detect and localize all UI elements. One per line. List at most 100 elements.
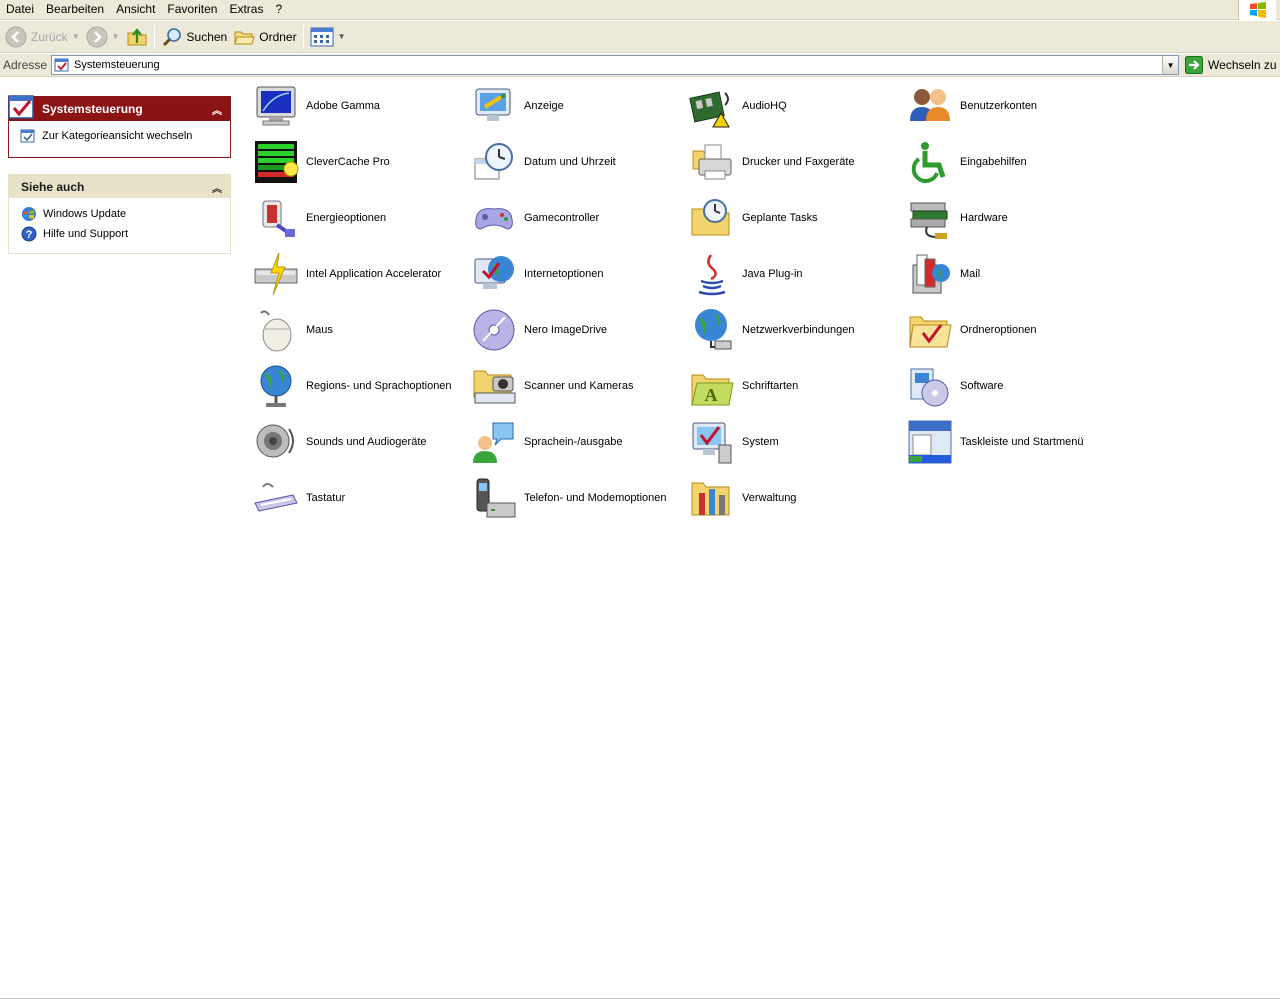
menu-extras[interactable]: Extras [223, 0, 269, 20]
item-label: System [742, 436, 779, 448]
item-label: Sprachein-/ausgabe [524, 436, 623, 448]
help-icon: ? [21, 226, 37, 241]
display-icon [468, 80, 520, 132]
item-geplante-tasks[interactable]: Geplante Tasks [686, 192, 901, 244]
item-eingabehilfen[interactable]: Eingabehilfen [904, 136, 1119, 188]
item-intel-accelerator[interactable]: Intel Application Accelerator [250, 248, 465, 300]
item-label: Scanner und Kameras [524, 380, 634, 392]
item-gamecontroller[interactable]: Gamecontroller [468, 192, 683, 244]
item-ordneroptionen[interactable]: Ordneroptionen [904, 304, 1119, 356]
date-time-icon [468, 136, 520, 188]
admin-tools-icon [686, 472, 738, 524]
item-label: Energieoptionen [306, 212, 387, 224]
item-label: Datum und Uhrzeit [524, 156, 616, 168]
speaker-icon [250, 416, 302, 468]
search-icon [162, 27, 181, 46]
item-mail[interactable]: Mail [904, 248, 1119, 300]
item-sprache[interactable]: Sprachein-/ausgabe [468, 416, 683, 468]
item-anzeige[interactable]: Anzeige [468, 80, 683, 132]
windows-update-link[interactable]: Windows Update [9, 202, 230, 222]
item-telefon-modem[interactable]: Telefon- und Modemoptionen [468, 472, 683, 524]
item-label: Drucker und Faxgeräte [742, 156, 855, 168]
item-drucker[interactable]: Drucker und Faxgeräte [686, 136, 901, 188]
control-panel-box: Systemsteuerung ︽ Zur Kategorieansicht w… [8, 95, 231, 158]
item-label: Telefon- und Modemoptionen [524, 492, 667, 504]
item-system[interactable]: System [686, 416, 901, 468]
forward-button[interactable]: ▼ [83, 23, 123, 51]
item-datum-uhrzeit[interactable]: Datum und Uhrzeit [468, 136, 683, 188]
item-hardware[interactable]: Hardware [904, 192, 1119, 244]
see-also-title: Siehe auch [21, 179, 85, 194]
back-dropdown-icon[interactable]: ▼ [72, 32, 80, 41]
collapse-chevron-icon[interactable]: ︽ [212, 102, 222, 117]
address-dropdown-icon[interactable]: ▼ [1162, 56, 1179, 74]
power-icon [250, 192, 302, 244]
views-button[interactable]: ▼ [307, 23, 349, 51]
views-icon [310, 27, 334, 46]
views-dropdown-icon[interactable]: ▼ [338, 32, 346, 41]
item-schriftarten[interactable]: A Schriftarten [686, 360, 901, 412]
item-verwaltung[interactable]: Verwaltung [686, 472, 901, 524]
forward-dropdown-icon[interactable]: ▼ [112, 32, 120, 41]
up-folder-button[interactable] [123, 23, 151, 51]
windows-update-icon [22, 206, 36, 221]
see-also-header[interactable]: Siehe auch ︽ [9, 175, 230, 198]
item-label: Hardware [960, 212, 1008, 224]
item-adobe-gamma[interactable]: Adobe Gamma [250, 80, 465, 132]
menu-favoriten[interactable]: Favoriten [161, 0, 223, 20]
item-label: Software [960, 380, 1004, 392]
back-label: Zurück [31, 29, 68, 44]
scanner-camera-icon [468, 360, 520, 412]
item-label: Netzwerkverbindungen [742, 324, 855, 336]
back-button[interactable]: Zurück ▼ [2, 23, 83, 51]
folders-button[interactable]: Ordner [230, 23, 299, 51]
address-input[interactable]: Systemsteuerung ▼ [51, 55, 1180, 75]
item-label: Intel Application Accelerator [306, 268, 442, 280]
menu-ansicht[interactable]: Ansicht [110, 0, 161, 20]
collapse-chevron-icon[interactable]: ︽ [212, 180, 222, 195]
user-accounts-icon [904, 80, 956, 132]
item-software[interactable]: Software [904, 360, 1119, 412]
item-maus[interactable]: Maus [250, 304, 465, 356]
go-arrow-icon [1185, 56, 1204, 74]
item-taskleiste[interactable]: Taskleiste und Startmenü [904, 416, 1119, 468]
item-label: Maus [306, 324, 333, 336]
speech-icon [468, 416, 520, 468]
menu-help[interactable]: ? [269, 0, 288, 20]
item-scanner[interactable]: Scanner und Kameras [468, 360, 683, 412]
item-java[interactable]: Java Plug-in [686, 248, 901, 300]
item-label: Taskleiste und Startmenü [960, 436, 1084, 448]
item-label: Sounds und Audiogeräte [306, 436, 427, 448]
item-netzwerk[interactable]: Netzwerkverbindungen [686, 304, 901, 356]
item-label: Tastatur [306, 492, 346, 504]
help-support-link[interactable]: ? Hilfe und Support [9, 222, 230, 242]
go-label: Wechseln zu [1208, 58, 1277, 72]
task-pane: Systemsteuerung ︽ Zur Kategorieansicht w… [0, 78, 240, 998]
menu-datei[interactable]: Datei [0, 0, 40, 20]
item-label: AudioHQ [742, 100, 787, 112]
go-button[interactable]: Wechseln zu [1185, 56, 1277, 74]
folders-label: Ordner [259, 29, 297, 44]
switch-category-view-link[interactable]: Zur Kategorieansicht wechseln [9, 121, 230, 144]
toolbar-separator [153, 24, 155, 49]
item-nero[interactable]: Nero ImageDrive [468, 304, 683, 356]
item-benutzerkonten[interactable]: Benutzerkonten [904, 80, 1119, 132]
item-regions[interactable]: Regions- und Sprachoptionen [250, 360, 465, 412]
item-audiohq[interactable]: AudioHQ [686, 80, 901, 132]
item-energieoptionen[interactable]: Energieoptionen [250, 192, 465, 244]
item-tastatur[interactable]: Tastatur [250, 472, 465, 524]
item-label: Adobe Gamma [306, 100, 380, 112]
search-button[interactable]: Suchen [158, 23, 231, 51]
address-value: Systemsteuerung [74, 59, 160, 71]
clevercache-icon [250, 136, 302, 188]
item-internetoptionen[interactable]: Internetoptionen [468, 248, 683, 300]
toolbar-separator [302, 24, 304, 49]
item-clevercache[interactable]: CleverCache Pro [250, 136, 465, 188]
control-panel-box-header[interactable]: Systemsteuerung ︽ [9, 97, 230, 121]
control-panel-items: Adobe Gamma Anzeige AudioHQ Benutzerkont… [250, 80, 1250, 540]
item-sounds[interactable]: Sounds und Audiogeräte [250, 416, 465, 468]
menu-bearbeiten[interactable]: Bearbeiten [40, 0, 110, 20]
gamepad-icon [468, 192, 520, 244]
software-icon [904, 360, 956, 412]
svg-text:A: A [705, 385, 718, 405]
